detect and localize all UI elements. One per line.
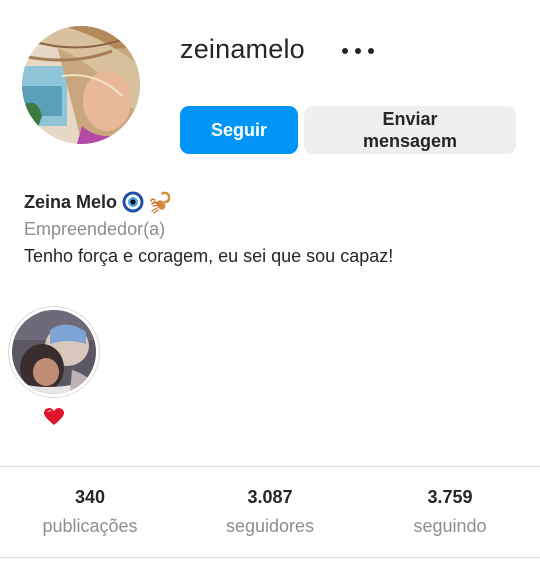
stat-posts-label: publicações: [42, 516, 138, 536]
profile-photo: [22, 26, 140, 144]
highlight-cover: [12, 310, 96, 394]
nazar-amulet-icon: [122, 191, 144, 213]
stat-posts[interactable]: 340 publicações: [0, 467, 180, 557]
stat-posts-value: 340: [74, 487, 106, 507]
stat-followers-value: 3.087: [247, 487, 293, 507]
stat-followers[interactable]: 3.087 seguidores: [180, 467, 360, 557]
more-horizontal-icon[interactable]: [338, 40, 378, 62]
scorpion-icon: [150, 191, 171, 214]
story-highlight[interactable]: [8, 306, 100, 398]
profile-username: zeinamelo: [180, 34, 305, 64]
red-heart-icon: [44, 408, 64, 425]
profile-full-name: Zeina Melo: [24, 191, 118, 212]
stats-divider-bottom: [0, 557, 540, 558]
stat-following[interactable]: 3.759 seguindo: [360, 467, 540, 557]
send-message-button[interactable]: Enviar mensagem: [304, 106, 516, 154]
stat-following-label: seguindo: [413, 516, 487, 536]
profile-bio: Tenho força e coragem, eu sei que sou ca…: [24, 246, 394, 266]
highlight-photo: [12, 310, 96, 394]
profile-full-name-row: Zeina Melo: [24, 190, 173, 214]
stat-followers-label: seguidores: [225, 516, 315, 536]
profile-stats: 340 publicações 3.087 seguidores 3.759 s…: [0, 467, 540, 557]
dot: [355, 48, 361, 54]
dot: [368, 48, 374, 54]
follow-button[interactable]: Seguir: [180, 106, 298, 154]
profile-avatar[interactable]: [22, 26, 140, 144]
profile-page: zeinamelo Seguir Enviar mensagem Zeina M…: [0, 0, 540, 562]
profile-category: Empreendedor(a): [24, 219, 166, 239]
stat-following-value: 3.759: [427, 487, 473, 507]
highlight-label: [38, 404, 70, 430]
dot: [342, 48, 348, 54]
